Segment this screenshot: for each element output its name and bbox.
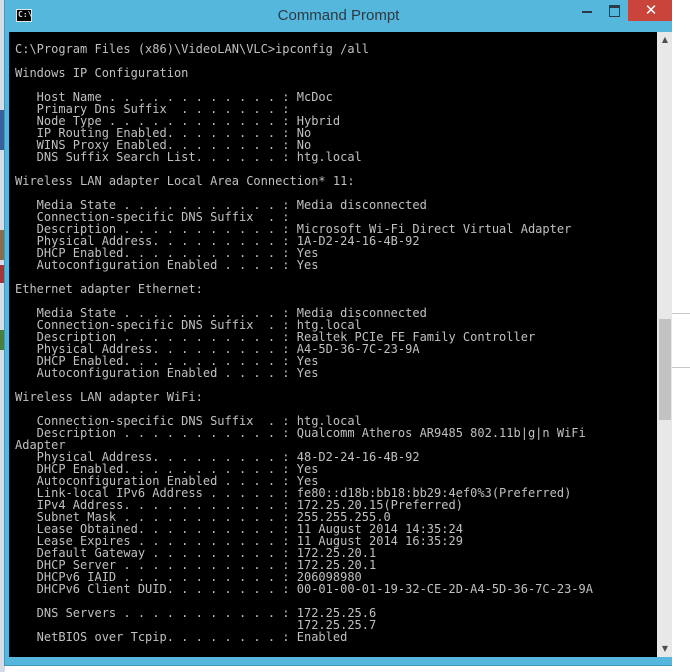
console-output-area[interactable]: C:\Program Files (x86)\VideoLAN\VLC>ipco…: [9, 32, 657, 657]
console-line: Description . . . . . . . . . . . : Qual…: [15, 426, 586, 440]
close-icon: ✕: [644, 1, 658, 19]
scroll-up-arrow-icon[interactable]: ▲: [657, 32, 673, 48]
console-line: Windows IP Configuration: [15, 66, 189, 80]
maximize-icon: [609, 5, 620, 17]
background-divider: [672, 367, 690, 368]
console-line: C:\Program Files (x86)\VideoLAN\VLC>ipco…: [15, 42, 370, 56]
console-line: Wireless LAN adapter WiFi:: [15, 390, 203, 404]
command-prompt-window: C:\ Command Prompt ✕ C:\Program Files (x…: [5, 0, 674, 665]
console-line: Ethernet adapter Ethernet:: [15, 282, 203, 296]
console-line: Autoconfiguration Enabled . . . . : Yes: [15, 258, 319, 272]
background-divider: [672, 313, 690, 314]
scroll-down-arrow-icon[interactable]: ▼: [657, 641, 673, 657]
console-line: NetBIOS over Tcpip. . . . . . . . : Enab…: [15, 630, 348, 644]
close-button[interactable]: ✕: [628, 0, 674, 21]
minimize-icon: [582, 11, 592, 13]
console-text: C:\Program Files (x86)\VideoLAN\VLC>ipco…: [15, 43, 593, 643]
console-line: DHCPv6 Client DUID. . . . . . . . : 00-0…: [15, 582, 593, 596]
maximize-button[interactable]: [601, 0, 628, 21]
window-title: Command Prompt: [277, 7, 400, 24]
console-line: Wireless LAN adapter Local Area Connecti…: [15, 174, 355, 188]
console-line: Autoconfiguration Enabled . . . . : Yes: [15, 366, 319, 380]
background-window-edge-right: [672, 0, 690, 672]
title-bar[interactable]: C:\ Command Prompt ✕: [5, 0, 674, 32]
vertical-scrollbar[interactable]: ▲ ▼: [657, 32, 673, 657]
console-line: DNS Suffix Search List. . . . . . : htg.…: [15, 150, 362, 164]
minimize-button[interactable]: [573, 0, 601, 21]
scrollbar-thumb[interactable]: [659, 319, 671, 420]
